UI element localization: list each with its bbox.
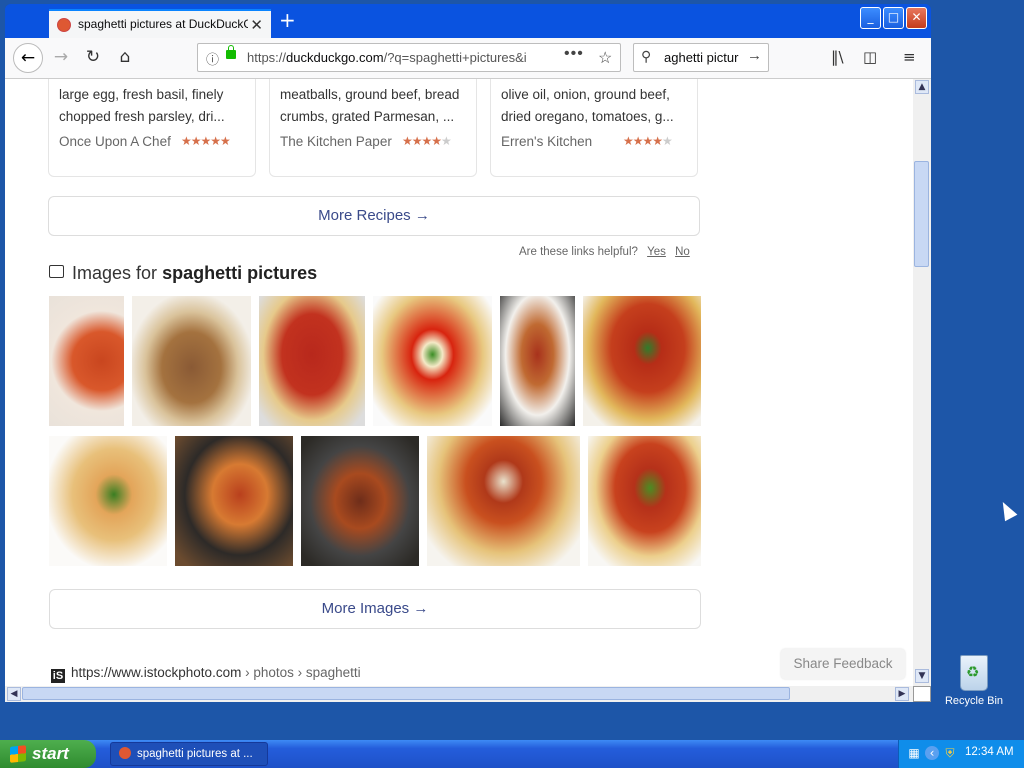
spaghetti-image-thumbnail[interactable] <box>259 296 365 426</box>
minimize-button[interactable]: _ <box>860 7 881 29</box>
scroll-corner <box>913 686 931 702</box>
taskbar-window-button[interactable]: spaghetti pictures at ... <box>110 742 268 766</box>
search-icon: ⚲ <box>641 48 652 64</box>
scroll-down-arrow-icon[interactable]: ▼ <box>915 669 929 683</box>
scroll-left-arrow-icon[interactable]: ◀ <box>7 687 21 701</box>
new-tab-button[interactable]: + <box>279 10 296 30</box>
tab-strip: spaghetti pictures at DuckDuckGo ✕ + _ □… <box>5 4 931 38</box>
menu-icon[interactable]: ≡ <box>903 48 916 66</box>
bookmark-star-icon[interactable]: ☆ <box>598 48 612 68</box>
duckduckgo-favicon-icon <box>119 747 131 759</box>
images-section-title: Images for spaghetti pictures <box>49 263 317 284</box>
horizontal-scrollbar[interactable]: ◀ ▶ <box>5 686 913 702</box>
spaghetti-image-thumbnail[interactable] <box>49 296 124 426</box>
rating-stars: ★★★★★ <box>402 134 452 148</box>
tab-close-icon[interactable]: ✕ <box>250 16 263 34</box>
scroll-right-arrow-icon[interactable]: ▶ <box>895 687 909 701</box>
search-bar[interactable]: ⚲ aghetti pictur → <box>633 43 769 72</box>
library-icon[interactable]: ‖\ <box>831 48 844 66</box>
recipe-source: Once Upon A Chef <box>59 134 171 149</box>
show-hidden-icons-icon[interactable]: ‹ <box>925 746 939 760</box>
start-button[interactable]: start <box>0 740 96 768</box>
spaghetti-image-thumbnail[interactable] <box>175 436 293 566</box>
spaghetti-image-thumbnail[interactable] <box>49 436 167 566</box>
clock[interactable]: 12:34 AM <box>965 746 1014 758</box>
tab-title: spaghetti pictures at DuckDuckGo <box>78 17 248 31</box>
maximize-button[interactable]: □ <box>883 7 904 29</box>
spaghetti-image-thumbnail[interactable] <box>132 296 251 426</box>
url-text[interactable]: https://duckduckgo.com/?q=spaghetti+pict… <box>247 50 537 65</box>
recipe-source: The Kitchen Paper <box>280 134 392 149</box>
share-feedback-button[interactable]: Share Feedback <box>781 649 905 679</box>
recipe-card[interactable]: olive oil, onion, ground beef, dried ore… <box>490 79 698 177</box>
reload-button[interactable]: ↻ <box>81 47 105 67</box>
search-go-icon[interactable]: → <box>747 47 762 64</box>
scroll-up-arrow-icon[interactable]: ▲ <box>915 80 929 94</box>
lock-icon[interactable] <box>226 45 236 59</box>
search-input[interactable]: aghetti pictur <box>664 50 742 65</box>
recipe-description: olive oil, onion, ground beef, dried ore… <box>501 87 674 124</box>
recipe-source: Erren's Kitchen <box>501 134 593 149</box>
home-button[interactable]: ⌂ <box>113 47 137 67</box>
horizontal-scroll-thumb[interactable] <box>22 687 790 700</box>
recipe-card[interactable]: meatballs, ground beef, bread crumbs, gr… <box>269 79 477 177</box>
recycle-bin-icon <box>960 655 988 691</box>
back-button[interactable]: ← <box>13 43 43 73</box>
spaghetti-image-thumbnail[interactable] <box>583 296 701 426</box>
feedback-prompt: Are these links helpful? Yes No <box>519 246 690 258</box>
recipe-description: large egg, fresh basil, finely chopped f… <box>59 87 225 124</box>
more-recipes-button[interactable]: More Recipes → <box>48 196 700 236</box>
nav-toolbar: ← → ↻ ⌂ ⓘ https://duckduckgo.com/?q=spag… <box>5 38 931 79</box>
page-actions-icon[interactable]: ••• <box>564 45 584 63</box>
vertical-scroll-thumb[interactable] <box>914 161 929 267</box>
windows-logo-icon <box>10 745 26 763</box>
rating-stars: ★★★★★ <box>181 134 231 148</box>
feedback-yes-link[interactable]: Yes <box>647 246 666 258</box>
spaghetti-image-thumbnail[interactable] <box>427 436 580 566</box>
recycle-bin-shortcut[interactable]: Recycle Bin <box>944 655 1004 707</box>
forward-button[interactable]: → <box>49 47 73 67</box>
more-images-button[interactable]: More Images → <box>49 589 701 629</box>
vertical-scrollbar[interactable]: ▲ ▼ <box>913 79 931 686</box>
recipe-description: meatballs, ground beef, bread crumbs, gr… <box>280 87 460 124</box>
browser-window: spaghetti pictures at DuckDuckGo ✕ + _ □… <box>5 4 931 702</box>
spaghetti-image-thumbnail[interactable] <box>500 296 575 426</box>
feedback-no-link[interactable]: No <box>675 246 690 258</box>
security-shield-icon[interactable]: ⛨ <box>943 746 957 760</box>
recycle-bin-label: Recycle Bin <box>944 695 1004 707</box>
tab-active[interactable]: spaghetti pictures at DuckDuckGo ✕ <box>49 9 271 38</box>
recipe-card[interactable]: large egg, fresh basil, finely chopped f… <box>48 79 256 177</box>
spaghetti-image-thumbnail[interactable] <box>301 436 419 566</box>
page-content: large egg, fresh basil, finely chopped f… <box>5 79 913 686</box>
info-icon[interactable]: ⓘ <box>206 49 219 68</box>
spaghetti-image-thumbnail[interactable] <box>373 296 492 426</box>
taskbar: start spaghetti pictures at ... ▦ ‹ ⛨ 12… <box>0 740 1024 768</box>
url-bar[interactable]: ⓘ https://duckduckgo.com/?q=spaghetti+pi… <box>197 43 621 72</box>
duckduckgo-favicon-icon <box>57 18 71 32</box>
result-url[interactable]: iS https://www.istockphoto.com › photos ›… <box>51 665 361 683</box>
sidebar-icon[interactable]: ◫ <box>863 48 877 66</box>
image-icon <box>49 265 64 278</box>
keyboard-icon[interactable]: ▦ <box>907 746 921 760</box>
spaghetti-image-thumbnail[interactable] <box>588 436 701 566</box>
close-window-button[interactable]: ✕ <box>906 7 927 29</box>
istock-favicon-icon: iS <box>51 669 65 683</box>
rating-stars: ★★★★★ <box>623 134 673 148</box>
system-tray: ▦ ‹ ⛨ 12:34 AM <box>898 740 1024 768</box>
